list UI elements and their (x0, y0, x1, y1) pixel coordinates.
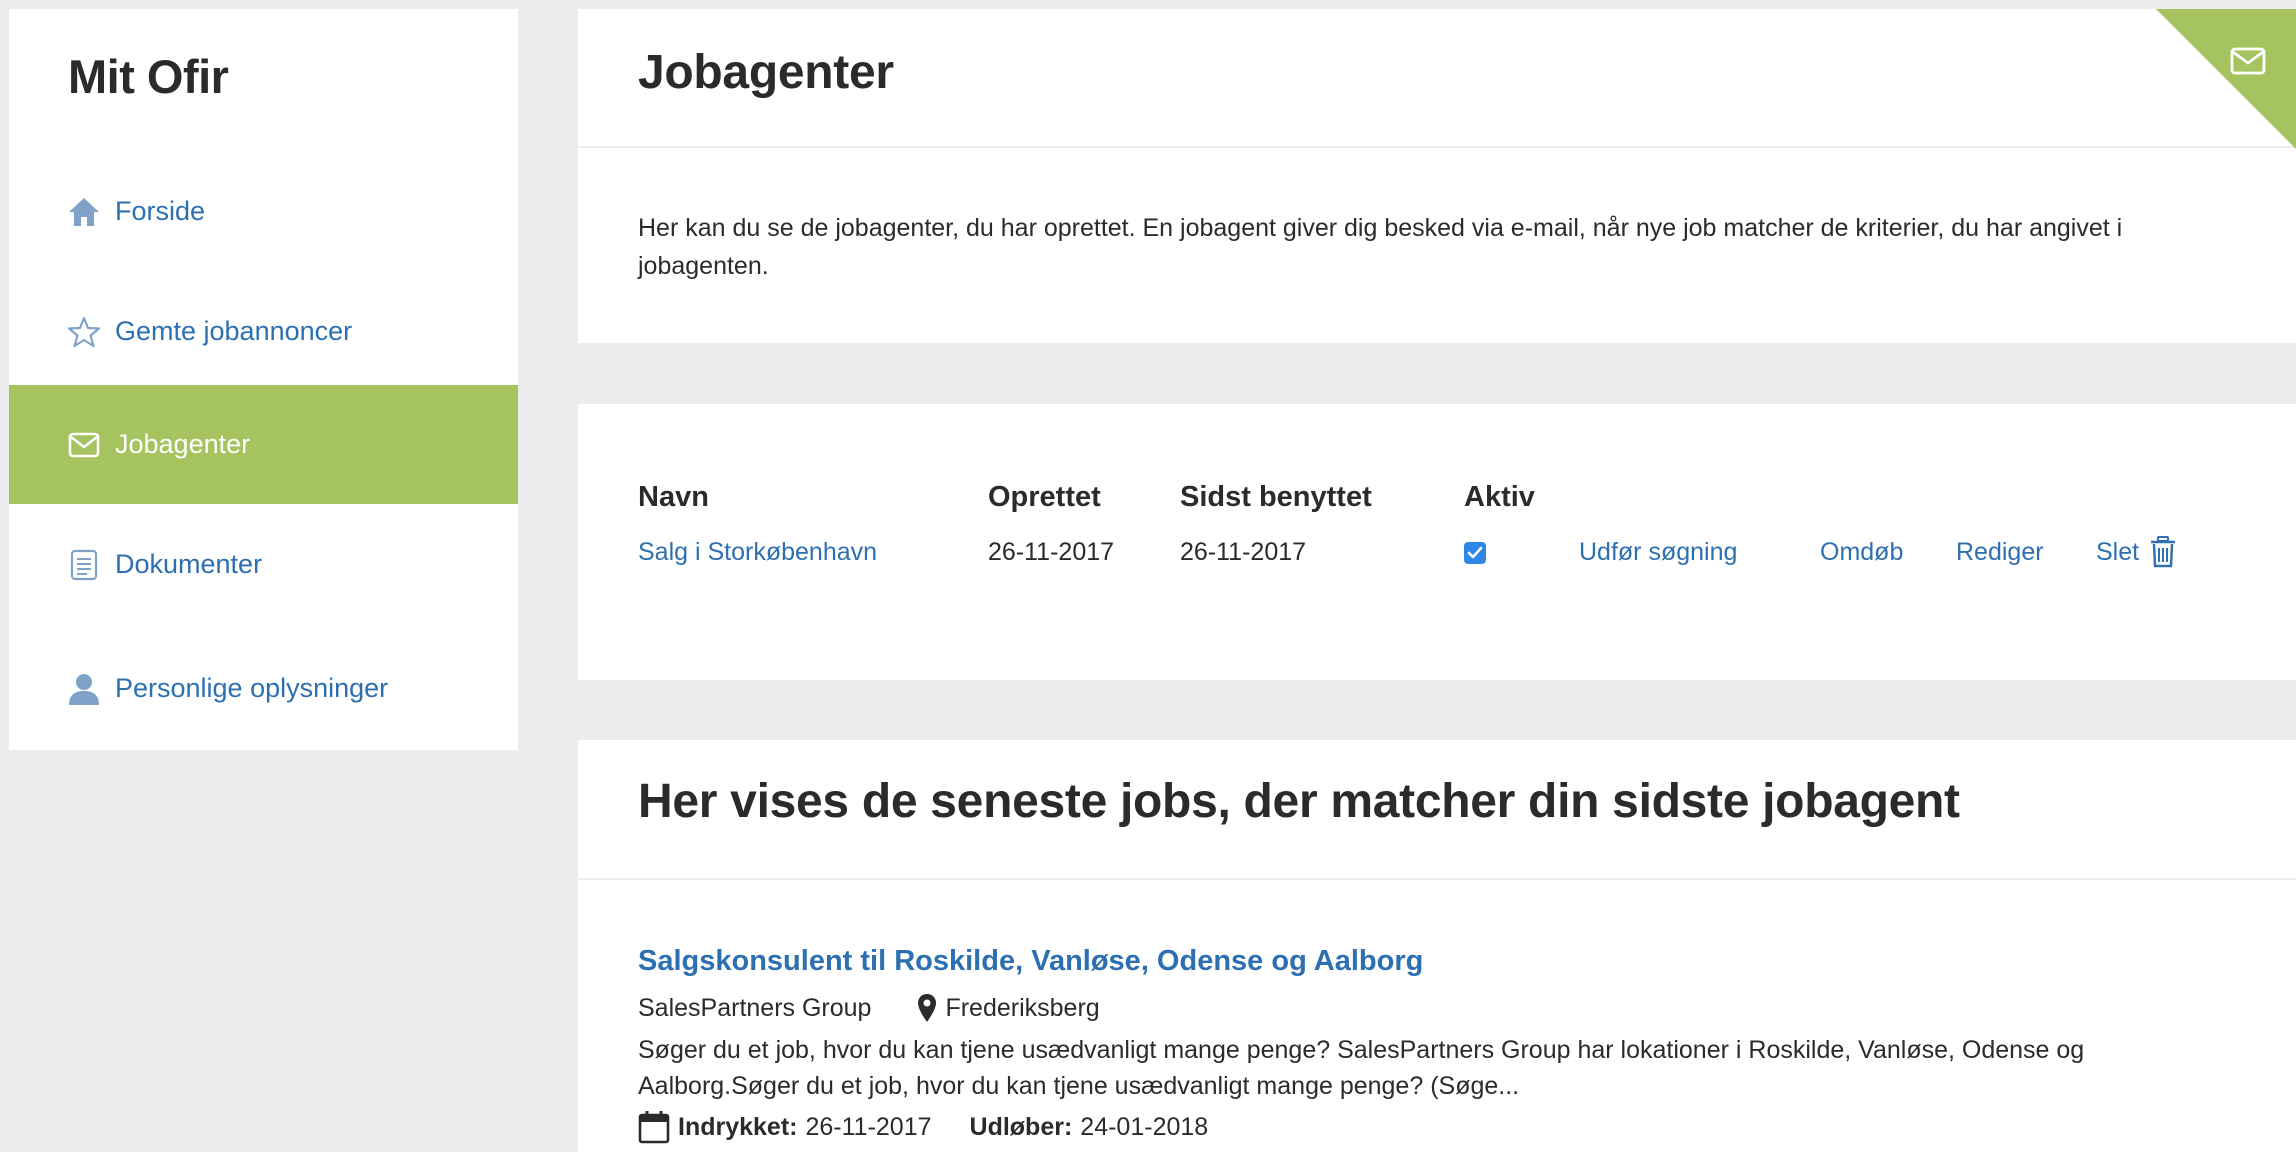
sidebar-item-label: Forside (115, 196, 206, 226)
sidebar-item-label: Gemte jobannoncer (115, 316, 353, 346)
printed-label: Indrykket: (678, 1112, 798, 1141)
column-header-aktiv: Aktiv (1464, 481, 1535, 513)
job-description: Søger du et job, hvor du kan tjene usædv… (638, 1036, 2085, 1100)
agent-created: 26-11-2017 (988, 538, 1115, 566)
trash-icon[interactable] (2149, 536, 2177, 573)
column-header-oprettet: Oprettet (988, 481, 1101, 513)
delete-link[interactable]: Slet (2096, 538, 2139, 567)
edit-link[interactable]: Rediger (1956, 538, 2044, 567)
envelope-icon (2230, 47, 2266, 80)
jobs-section: Her vises de seneste jobs, der matcher d… (578, 740, 2296, 1152)
map-pin-icon (917, 993, 937, 1023)
checkmark-icon (1467, 546, 1483, 559)
expires-date: 24-01-2018 (1080, 1112, 1209, 1141)
person-icon (67, 672, 101, 706)
sidebar-item-gemte-jobannoncer[interactable]: Gemte jobannoncer (9, 272, 518, 391)
corner-ribbon (2156, 9, 2296, 149)
agent-last-used: 26-11-2017 (1180, 538, 1307, 566)
envelope-icon (67, 428, 101, 462)
run-search-link[interactable]: Udfør søgning (1579, 538, 1737, 567)
document-icon (67, 548, 101, 582)
sidebar-item-label: Dokumenter (115, 549, 263, 579)
expires-label: Udløber: (969, 1112, 1073, 1141)
sidebar-title: Mit Ofir (68, 50, 229, 103)
sidebar-item-dokumenter[interactable]: Dokumenter (9, 505, 518, 624)
divider (578, 146, 2296, 148)
page-title: Jobagenter (638, 46, 894, 99)
calendar-icon (638, 1110, 670, 1144)
rename-link[interactable]: Omdøb (1820, 538, 1903, 567)
column-header-sidst-benyttet: Sidst benyttet (1180, 481, 1372, 513)
sidebar-item-personlige-oplysninger[interactable]: Personlige oplysninger (9, 629, 518, 748)
job-location: Frederiksberg (945, 993, 1100, 1022)
job-title-link[interactable]: Salgskonsulent til Roskilde, Vanløse, Od… (638, 945, 1423, 978)
printed-date: 26-11-2017 (805, 1112, 932, 1141)
jobs-section-title: Her vises de seneste jobs, der matcher d… (638, 775, 1960, 828)
sidebar-item-label: Jobagenter (115, 429, 251, 459)
agent-name-link[interactable]: Salg i Storkøbenhavn (638, 538, 877, 567)
divider (578, 878, 2296, 880)
agents-table: Navn Oprettet Sidst benyttet Aktiv Salg … (578, 404, 2296, 680)
job-company: SalesPartners Group (638, 993, 872, 1022)
home-icon (67, 195, 101, 229)
intro-text: Her kan du se de jobagenter, du har opre… (638, 214, 2123, 280)
column-header-navn: Navn (638, 481, 709, 513)
sidebar-item-label: Personlige oplysninger (115, 673, 389, 703)
job-dates: Indrykket: 26-11-2017 Udløber: 24-01-201… (638, 1110, 1208, 1144)
agent-active-checkbox[interactable] (1464, 542, 1486, 564)
job-meta: SalesPartners Group Frederiksberg (638, 993, 1100, 1023)
sidebar: Mit Ofir Forside Gemte jobannoncer Jobag… (9, 9, 518, 750)
sidebar-item-jobagenter[interactable]: Jobagenter (9, 385, 518, 504)
star-icon (67, 315, 101, 349)
sidebar-item-forside[interactable]: Forside (9, 152, 518, 271)
header-card: Jobagenter Her kan du se de jobagenter, … (578, 9, 2296, 343)
